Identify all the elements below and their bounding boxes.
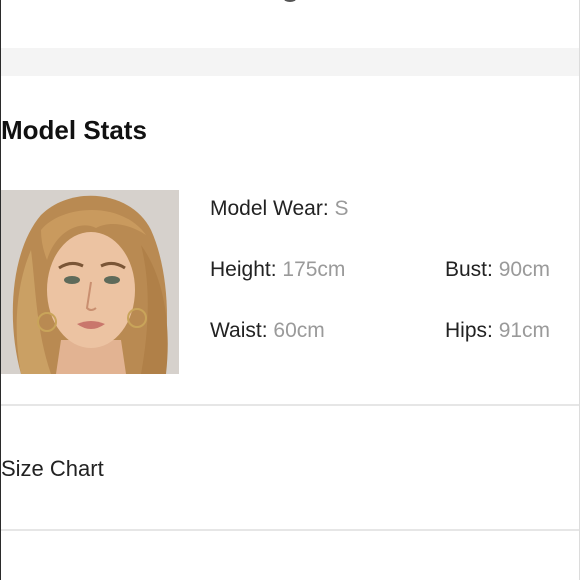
- height-value: 175cm: [282, 258, 346, 281]
- stat-model-wear: Model Wear: S: [210, 195, 349, 223]
- divider: [1, 529, 579, 531]
- stat-hips: Hips: 91cm: [445, 317, 550, 345]
- section-separator-band: [1, 48, 579, 76]
- stat-height: Height: 175cm: [210, 256, 345, 284]
- model-stats-page: Model Stats Model Wear: S Height: 175cm …: [0, 0, 580, 580]
- model-photo: [1, 190, 179, 374]
- waist-label: Waist:: [210, 319, 268, 342]
- height-label: Height:: [210, 258, 277, 281]
- divider: [1, 404, 579, 406]
- model-portrait-image: [1, 190, 179, 374]
- cut-off-text-fragment: [284, 0, 296, 2]
- waist-value: 60cm: [273, 319, 325, 342]
- hips-value: 91cm: [498, 319, 551, 342]
- section-title: Model Stats: [1, 115, 147, 145]
- hips-label: Hips:: [445, 319, 493, 342]
- size-chart-link[interactable]: Size Chart: [1, 455, 104, 483]
- stat-waist: Waist: 60cm: [210, 317, 325, 345]
- stat-bust: Bust: 90cm: [445, 256, 550, 284]
- model-wear-value: S: [334, 197, 349, 220]
- bust-label: Bust:: [445, 258, 493, 281]
- model-wear-label: Model Wear:: [210, 197, 329, 220]
- bust-value: 90cm: [498, 258, 551, 281]
